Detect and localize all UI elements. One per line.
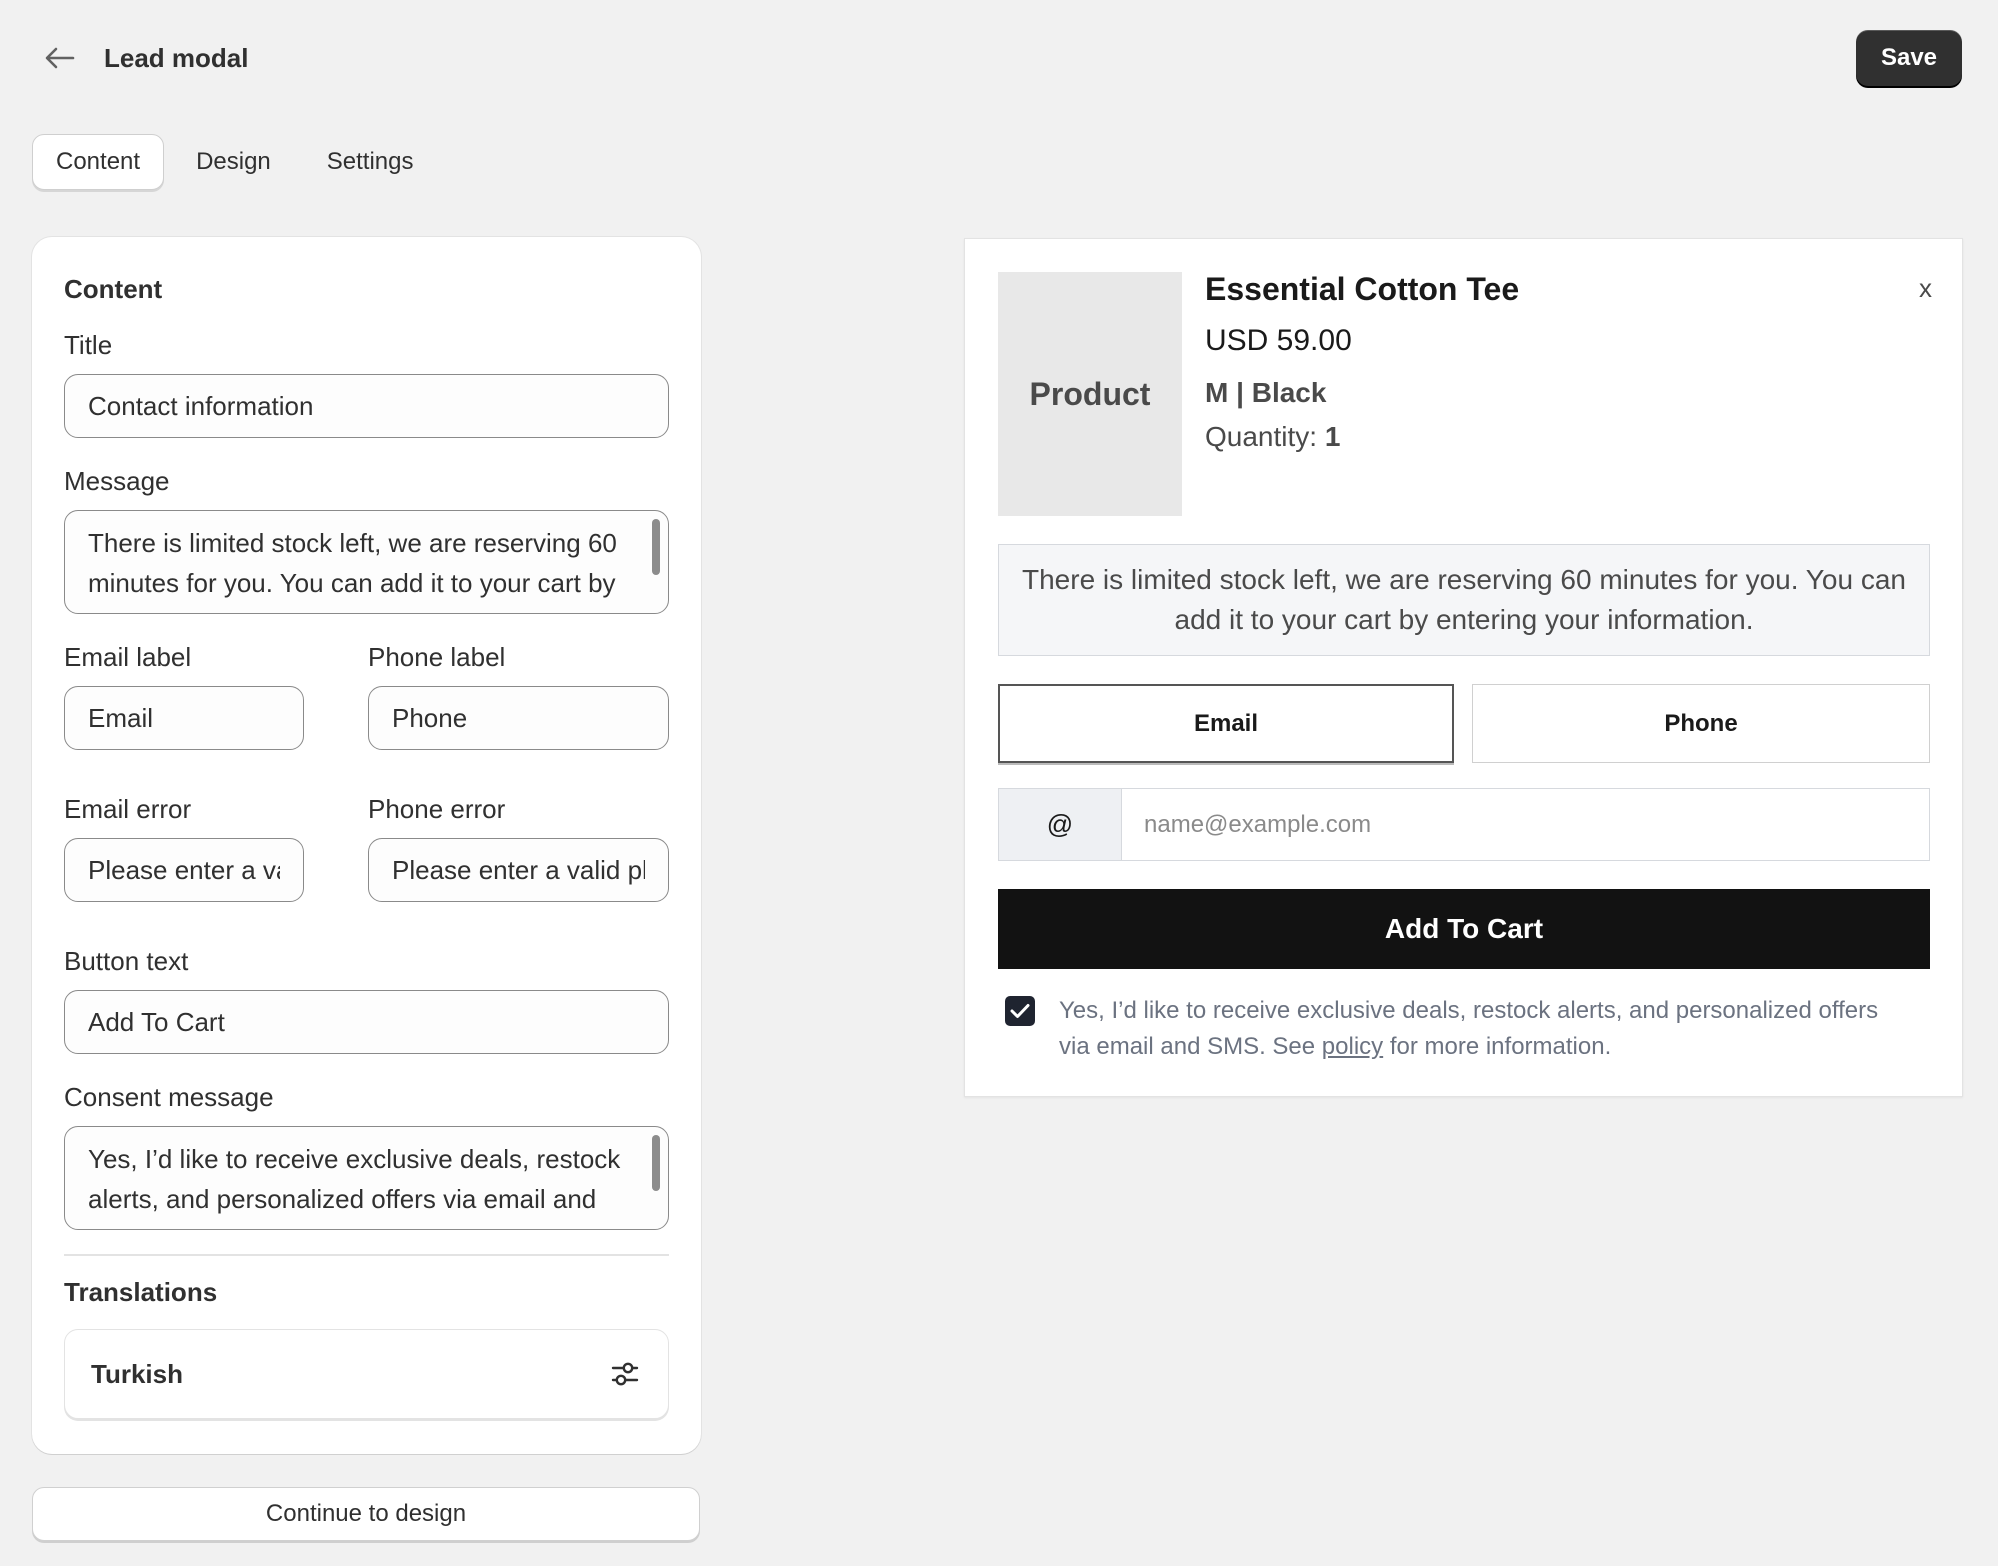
save-button[interactable]: Save	[1856, 30, 1962, 86]
policy-link[interactable]: policy	[1322, 1033, 1383, 1060]
at-symbol-addon: @	[998, 788, 1121, 861]
content-section-heading: Content	[64, 274, 163, 304]
email-input[interactable]	[1121, 788, 1930, 861]
phone-error-input[interactable]	[368, 838, 669, 902]
product-price: USD 59.00	[1205, 324, 1352, 357]
title-field-label: Title	[64, 330, 113, 360]
lead-modal-editor-page: Lead modal Save Content Design Settings …	[0, 0, 1998, 1566]
arrow-left-icon	[45, 47, 75, 69]
section-divider	[64, 1254, 669, 1256]
continue-to-design-button[interactable]: Continue to design	[32, 1487, 700, 1541]
email-label-field-label: Email label	[64, 642, 192, 672]
back-button[interactable]	[40, 38, 80, 78]
content-editor-card: Content Title Message There is limited s…	[32, 237, 701, 1454]
lead-modal-preview: Product Essential Cotton Tee USD 59.00 M…	[964, 238, 1963, 1097]
tab-design[interactable]: Design	[172, 134, 295, 190]
consent-textarea[interactable]: Yes, I’d like to receive exclusive deals…	[64, 1126, 669, 1230]
add-to-cart-button[interactable]: Add To Cart	[998, 889, 1930, 969]
translations-heading: Translations	[64, 1277, 218, 1307]
checkmark-icon	[1010, 1004, 1030, 1018]
phone-label-field-label: Phone label	[368, 642, 506, 672]
tab-content[interactable]: Content	[32, 134, 165, 190]
translation-row-turkish[interactable]: Turkish	[64, 1329, 669, 1419]
message-textarea[interactable]: There is limited stock left, we are rese…	[64, 510, 669, 614]
product-variant: M | Black	[1205, 377, 1327, 408]
message-textarea-text: There is limited stock left, we are rese…	[88, 528, 617, 613]
title-input[interactable]	[64, 374, 669, 438]
page-title: Lead modal	[104, 43, 249, 73]
email-label-input[interactable]	[64, 686, 304, 750]
phone-method-button[interactable]: Phone	[1472, 684, 1930, 763]
button-text-field-label: Button text	[64, 946, 189, 976]
email-error-input[interactable]	[64, 838, 304, 902]
tab-settings[interactable]: Settings	[303, 134, 438, 190]
modal-message: There is limited stock left, we are rese…	[998, 544, 1930, 656]
email-error-field-label: Email error	[64, 794, 192, 824]
sliders-icon[interactable]	[610, 1359, 640, 1389]
tab-bar: Content Design Settings	[32, 134, 438, 190]
consent-checkbox[interactable]	[1005, 996, 1035, 1026]
consent-scrollbar[interactable]	[652, 1135, 660, 1191]
message-field-label: Message	[64, 466, 170, 496]
email-method-button[interactable]: Email	[998, 684, 1454, 763]
phone-error-field-label: Phone error	[368, 794, 506, 824]
product-quantity: Quantity: 1	[1205, 421, 1340, 453]
quantity-value: 1	[1324, 421, 1341, 452]
close-modal-button[interactable]: x	[1919, 273, 1932, 304]
button-text-input[interactable]	[64, 990, 669, 1054]
consent-text-after: for more information.	[1383, 1033, 1612, 1060]
product-name: Essential Cotton Tee	[1205, 271, 1520, 307]
consent-field-label: Consent message	[64, 1082, 274, 1112]
product-image-placeholder: Product	[998, 272, 1182, 516]
consent-textarea-text: Yes, I’d like to receive exclusive deals…	[88, 1144, 621, 1229]
consent-message: Yes, I’d like to receive exclusive deals…	[1059, 993, 1909, 1065]
phone-label-input[interactable]	[368, 686, 669, 750]
translation-language-label: Turkish	[91, 1358, 183, 1389]
message-scrollbar[interactable]	[652, 519, 660, 575]
quantity-label: Quantity:	[1205, 421, 1318, 452]
